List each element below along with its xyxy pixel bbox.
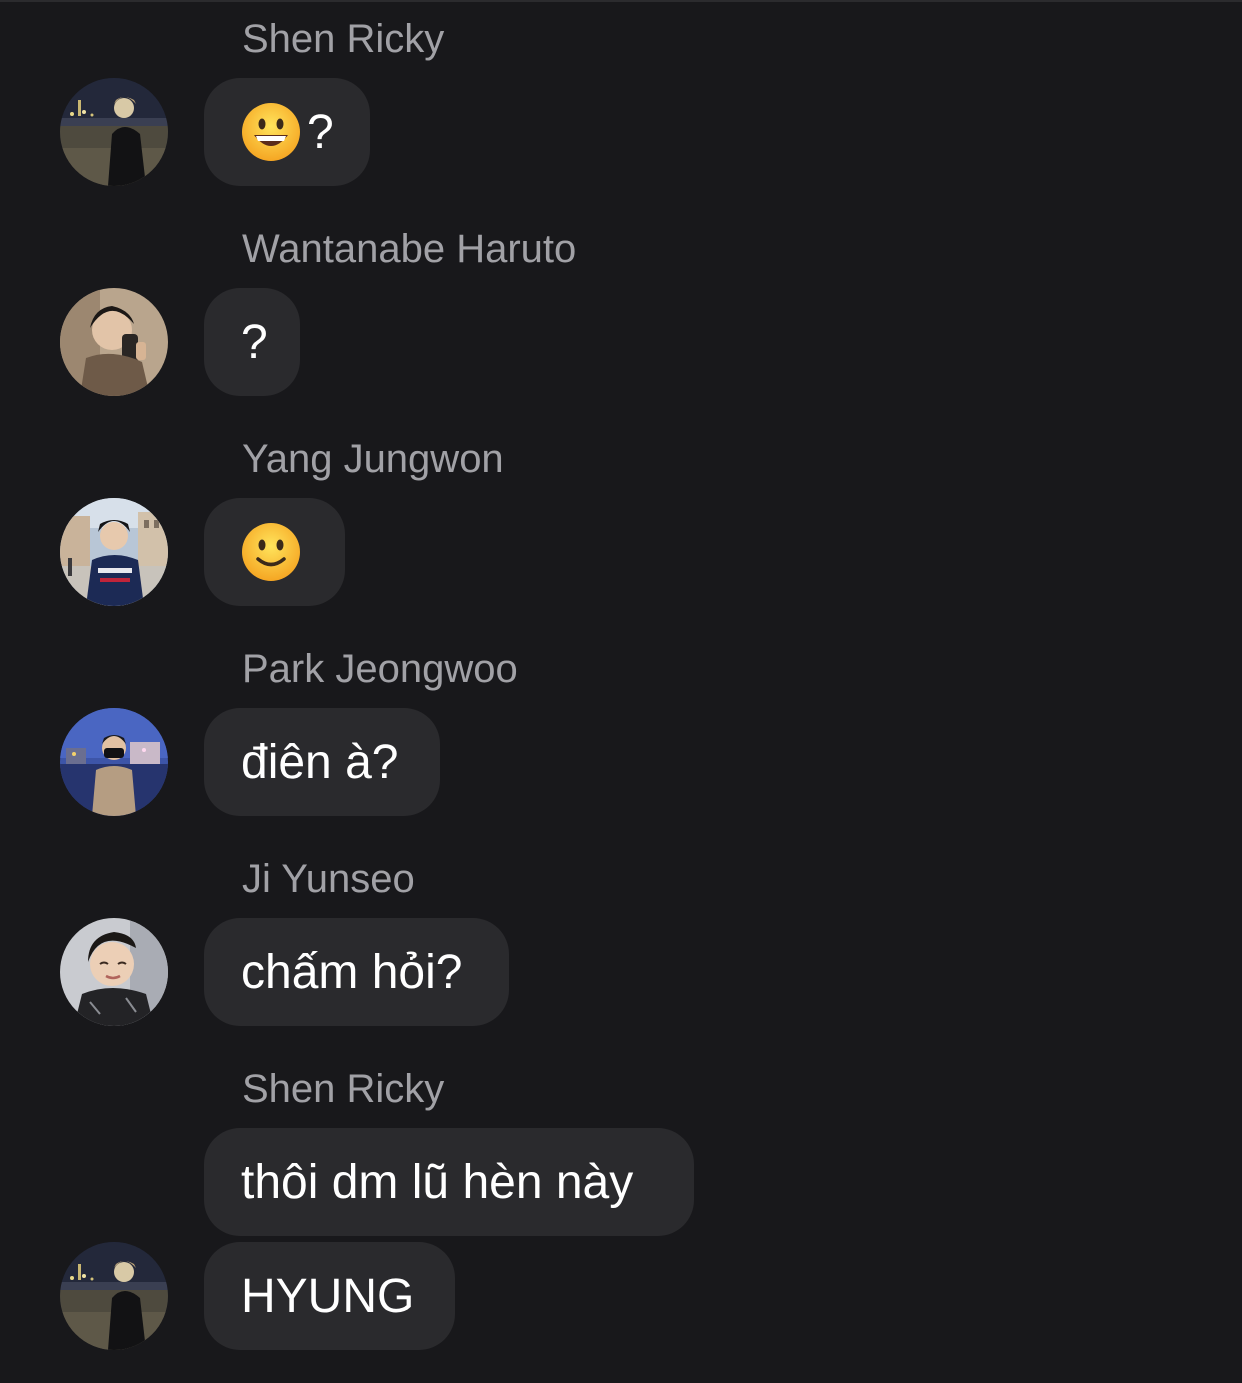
message-bubble[interactable]: ? <box>204 78 370 186</box>
message-bubble[interactable]: ? <box>204 288 300 396</box>
message-bubble[interactable]: điên à? <box>204 708 440 816</box>
sender-name: Yang Jungwon <box>242 437 504 481</box>
avatar-mirror-selfie-icon <box>60 288 168 396</box>
avatar-night-beach-icon <box>60 78 168 186</box>
message-text: HYUNG <box>241 1269 415 1323</box>
message-text: ? <box>307 105 334 159</box>
sender-name: Shen Ricky <box>242 17 445 61</box>
message-bubble[interactable] <box>204 498 345 606</box>
grinning-face-icon <box>241 102 301 162</box>
sender-name: Ji Yunseo <box>242 857 415 901</box>
message-text: thôi dm lũ hèn này <box>241 1155 634 1209</box>
avatar[interactable] <box>60 78 168 186</box>
avatar-harbor-evening-icon <box>60 708 168 816</box>
message-text: điên à? <box>241 735 399 789</box>
avatar[interactable] <box>60 288 168 396</box>
message-text: ? <box>241 315 268 369</box>
avatar[interactable] <box>60 1242 168 1350</box>
slightly-smiling-face-icon <box>241 522 301 582</box>
avatar[interactable] <box>60 498 168 606</box>
top-divider <box>0 0 1242 2</box>
avatar-city-square-icon <box>60 498 168 606</box>
message-bubble[interactable]: thôi dm lũ hèn này <box>204 1128 694 1236</box>
avatar[interactable] <box>60 918 168 1026</box>
message-bubble[interactable]: HYUNG <box>204 1242 455 1350</box>
message-text: chấm hỏi? <box>241 945 463 999</box>
sender-name: Wantanabe Haruto <box>242 227 577 271</box>
sender-name: Shen Ricky <box>242 1067 445 1111</box>
message-bubble[interactable]: chấm hỏi? <box>204 918 509 1026</box>
avatar-night-beach-icon <box>60 1242 168 1350</box>
avatar-selfie-icon <box>60 918 168 1026</box>
sender-name: Park Jeongwoo <box>242 647 518 691</box>
avatar[interactable] <box>60 708 168 816</box>
